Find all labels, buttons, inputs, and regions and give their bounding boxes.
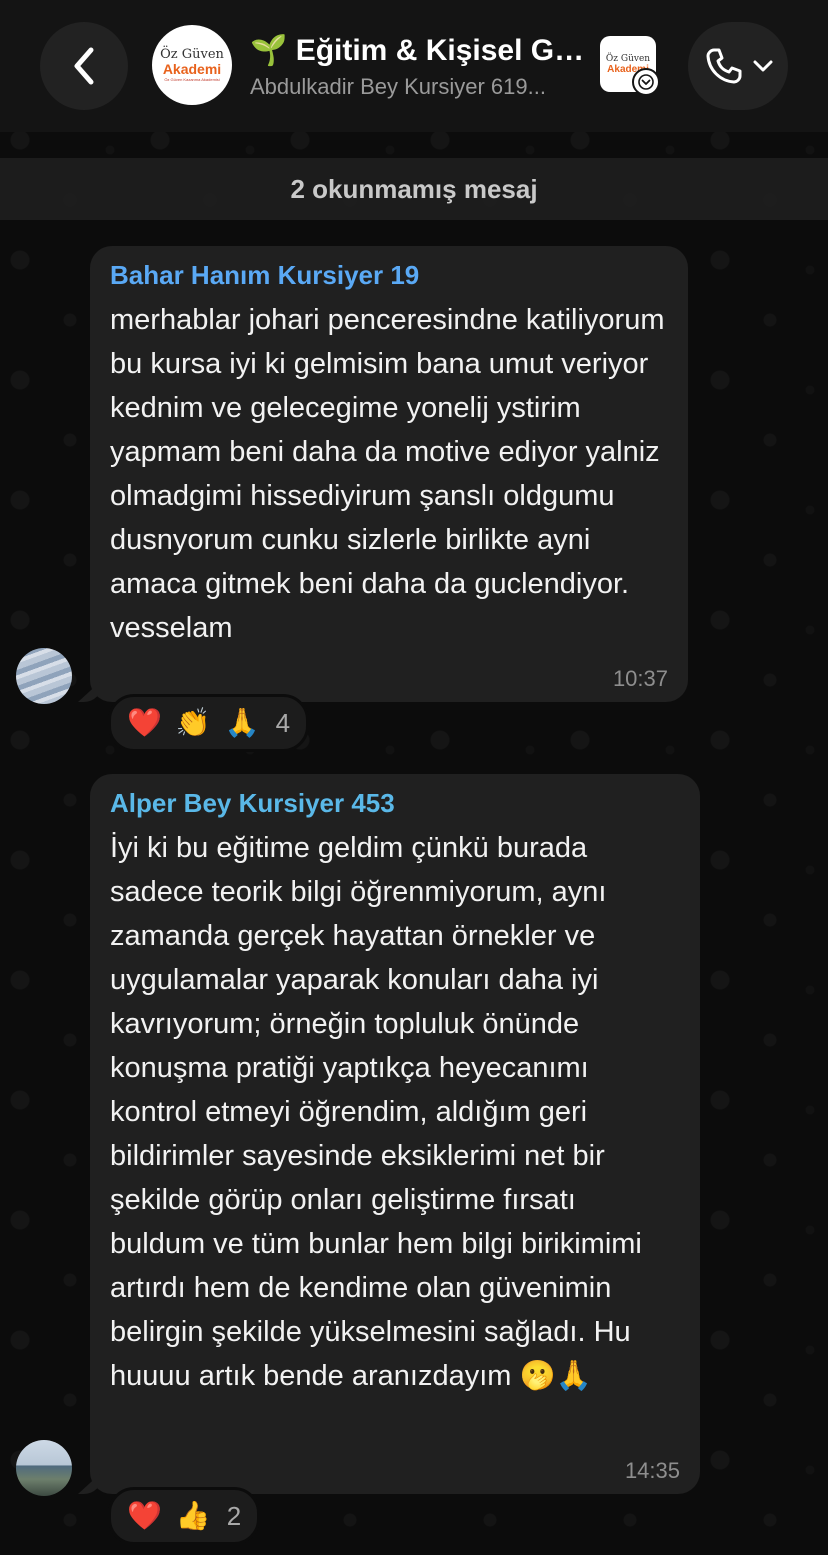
reactions-bar[interactable]: ❤️ 👏 🙏 4 — [108, 694, 310, 752]
sender-avatar[interactable] — [16, 1440, 72, 1496]
checkmark-icon — [632, 68, 660, 96]
chat-screen: Öz Güven Akademi Öz Güven Kazanma Akadem… — [0, 0, 828, 1555]
chat-header: Öz Güven Akademi Öz Güven Kazanma Akadem… — [0, 0, 828, 132]
logo-text-tagline: Öz Güven Kazanma Akademisi — [164, 77, 220, 82]
message-timestamp: 10:37 — [612, 666, 668, 691]
thumbs-up-reaction: 👍 — [175, 1499, 211, 1532]
chat-title: 🌱 Eğitim & Kişisel Geli... — [250, 34, 590, 67]
message-sender[interactable]: Alper Bey Kursiyer 453 — [110, 786, 678, 820]
chevron-left-icon — [74, 47, 94, 85]
message-text: İyi ki bu eğitime geldim çünkü burada sa… — [110, 832, 642, 1392]
message-text: merhablar johari penceresindne katiliyor… — [110, 304, 665, 644]
logo-text-top: Öz Güven — [160, 47, 224, 62]
sender-avatar[interactable] — [16, 648, 72, 704]
badge-logo-top: Öz Güven — [605, 53, 651, 64]
group-avatar[interactable]: Öz Güven Akademi Öz Güven Kazanma Akadem… — [152, 25, 232, 105]
reaction-count: 4 — [275, 707, 291, 738]
chevron-down-icon — [753, 60, 773, 72]
chat-title-block[interactable]: 🌱 Eğitim & Kişisel Geli... Abdulkadir Be… — [250, 32, 590, 102]
reaction-count: 2 — [226, 1500, 242, 1531]
logo-text-main: Akademi — [162, 61, 222, 77]
back-button[interactable] — [40, 22, 128, 110]
heart-reaction: ❤️ — [127, 706, 162, 739]
reactions-bar[interactable]: ❤️ 👍 2 — [108, 1487, 261, 1545]
pray-reaction: 🙏 — [224, 706, 260, 739]
message-timestamp: 14:35 — [624, 1458, 680, 1483]
heart-reaction: ❤️ — [127, 1499, 162, 1532]
message-bubble[interactable]: Bahar Hanım Kursiyer 19 merhablar johari… — [78, 246, 688, 702]
clap-reaction: 👏 — [175, 706, 211, 739]
community-badge[interactable]: Öz Güven Akademi — [600, 36, 660, 96]
message-bubble[interactable]: Alper Bey Kursiyer 453 İyi ki bu eğitime… — [78, 774, 700, 1494]
chat-subtitle: Abdulkadir Bey Kursiyer 619... — [250, 74, 546, 99]
unread-messages-banner: 2 okunmamış mesaj — [0, 158, 828, 220]
message-sender[interactable]: Bahar Hanım Kursiyer 19 — [110, 258, 666, 292]
phone-icon — [706, 48, 742, 84]
call-button[interactable] — [688, 22, 788, 110]
